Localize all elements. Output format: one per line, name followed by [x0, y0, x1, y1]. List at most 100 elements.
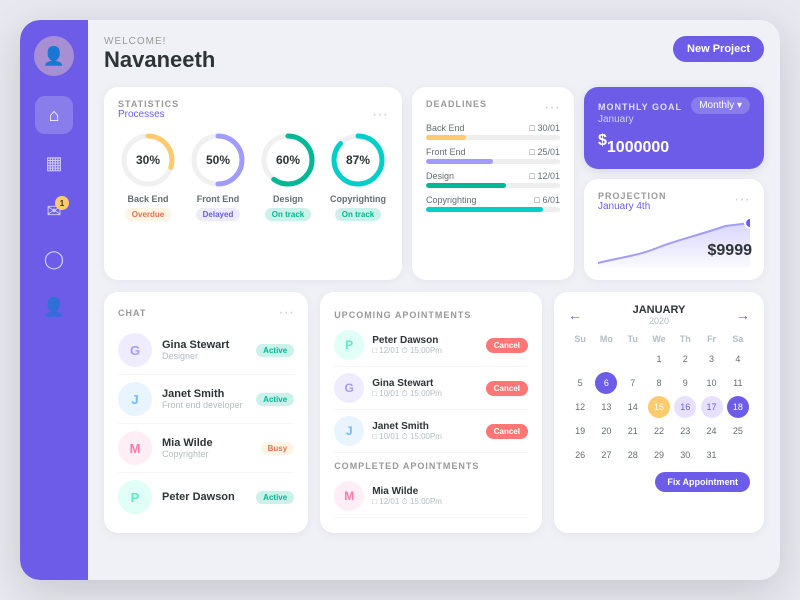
- monthly-dropdown[interactable]: Monthly ▾: [691, 97, 750, 114]
- stat-pct-copy: 87%: [346, 153, 370, 167]
- cal-day[interactable]: 13: [595, 396, 617, 418]
- cal-day-end[interactable]: 18: [727, 396, 749, 418]
- calendar-header: ← JANUARY 2020 →: [568, 304, 750, 326]
- cal-day[interactable]: 3: [701, 348, 723, 370]
- stat-pct-backend: 30%: [136, 153, 160, 167]
- appt-item-mia: M Mia Wilde □ 12/01 ⏱ 15:00Pm: [334, 475, 528, 518]
- cal-day-today[interactable]: 6: [595, 372, 617, 394]
- stats-menu[interactable]: ···: [372, 106, 388, 124]
- stat-pct-frontend: 50%: [206, 153, 230, 167]
- cal-day[interactable]: 1: [648, 348, 670, 370]
- top-section: STATISTICS Processes ···: [104, 87, 764, 280]
- stat-status-design: On track: [265, 208, 311, 221]
- appointments-card: UPCOMING APOINTMENTS P Peter Dawson □ 12…: [320, 292, 542, 533]
- cal-day[interactable]: 28: [622, 444, 644, 466]
- upcoming-label: UPCOMING APOINTMENTS: [334, 310, 528, 320]
- sidebar-item-chat[interactable]: ◯: [35, 240, 73, 278]
- stat-status-backend: Overdue: [125, 208, 171, 221]
- sidebar-item-mail[interactable]: ✉ 1: [35, 192, 73, 230]
- mail-badge: 1: [55, 196, 69, 210]
- cal-day[interactable]: 27: [595, 444, 617, 466]
- cal-day[interactable]: 12: [569, 396, 591, 418]
- cancel-peter-button[interactable]: Cancel: [486, 338, 528, 353]
- appt-name-peter: Peter Dawson: [372, 335, 478, 346]
- cal-next-button[interactable]: →: [736, 307, 750, 323]
- stat-pct-design: 60%: [276, 153, 300, 167]
- appt-item-janet: J Janet Smith □ 10/01 ⏱ 15:00Pm Cancel: [334, 410, 528, 453]
- chat-item: J Janet Smith Front end developer Active: [118, 375, 294, 424]
- deadline-frontend: Front End□ 25/01: [426, 147, 560, 164]
- deadlines-card: Deadlines ··· Back End□ 30/01 Front End□…: [412, 87, 574, 280]
- cal-day[interactable]: 7: [622, 372, 644, 394]
- deadline-copy: Copyrighting□ 6/01: [426, 195, 560, 212]
- cal-day[interactable]: 19: [569, 420, 591, 442]
- projection-label: PROJECTION: [598, 191, 667, 201]
- chat-name-peter: Peter Dawson: [162, 491, 246, 503]
- projection-menu[interactable]: ···: [734, 191, 750, 218]
- sidebar-item-home[interactable]: ⌂: [35, 96, 73, 134]
- stats-label: STATISTICS: [118, 99, 179, 109]
- cal-day[interactable]: 14: [622, 396, 644, 418]
- new-project-button[interactable]: New Project: [673, 36, 764, 62]
- appt-item-gina: G Gina Stewart □ 10/01 ⏱ 15:00Pm Cancel: [334, 367, 528, 410]
- cal-day[interactable]: 4: [727, 348, 749, 370]
- sidebar: 👤 ⌂ ▦ ✉ 1 ◯ 👤: [20, 20, 88, 580]
- projection-date: January 4th: [598, 201, 667, 212]
- cal-day[interactable]: 23: [674, 420, 696, 442]
- cancel-janet-button[interactable]: Cancel: [486, 424, 528, 439]
- cal-day[interactable]: 30: [674, 444, 696, 466]
- stat-item-copy: 87% Copyrighting On track: [328, 130, 388, 221]
- cal-day[interactable]: 24: [701, 420, 723, 442]
- cal-day[interactable]: 10: [701, 372, 723, 394]
- monthly-goal-card: MONTHLY GOAL Monthly ▾ January $1000000: [584, 87, 764, 169]
- appt-avatar-gina: G: [334, 373, 364, 403]
- deadline-backend: Back End□ 30/01: [426, 123, 560, 140]
- cal-day[interactable]: 21: [622, 420, 644, 442]
- chat-name-gina: Gina Stewart: [162, 339, 246, 351]
- cal-day[interactable]: 31: [701, 444, 723, 466]
- cal-prev-button[interactable]: ←: [568, 307, 582, 323]
- cal-day-range[interactable]: 16: [674, 396, 696, 418]
- stats-deadlines-group: STATISTICS Processes ···: [104, 87, 574, 280]
- bottom-row: CHAT ··· G Gina Stewart Designer Active …: [104, 292, 764, 533]
- cal-day-range[interactable]: 17: [701, 396, 723, 418]
- stats-circles: 30% Back End Overdue: [118, 130, 388, 221]
- cal-day[interactable]: 8: [648, 372, 670, 394]
- monthly-goal-label: MONTHLY GOAL: [598, 102, 682, 112]
- cal-day[interactable]: 5: [569, 372, 591, 394]
- stat-name-copy: Copyrighting: [330, 194, 386, 204]
- chat-label: CHAT: [118, 308, 146, 318]
- cal-day-highlighted[interactable]: 15: [648, 396, 670, 418]
- stat-status-copy: On track: [335, 208, 381, 221]
- stat-name-backend: Back End: [127, 194, 168, 204]
- cal-day[interactable]: 2: [674, 348, 696, 370]
- main-content: WELCOME! Navaneeth New Project STATISTIC…: [88, 20, 780, 580]
- stats-sublabel: Processes: [118, 109, 179, 120]
- cal-day[interactable]: 22: [648, 420, 670, 442]
- cal-day[interactable]: 25: [727, 420, 749, 442]
- completed-label: COMPLETED APOINTMENTS: [334, 461, 528, 471]
- appt-time-janet: □ 10/01 ⏱ 15:00Pm: [372, 432, 478, 442]
- cal-day[interactable]: 11: [727, 372, 749, 394]
- fix-appointment-button[interactable]: Fix Appointment: [655, 472, 750, 492]
- stat-item-design: 60% Design On track: [258, 130, 318, 221]
- sidebar-item-user[interactable]: 👤: [35, 288, 73, 326]
- cal-day[interactable]: 26: [569, 444, 591, 466]
- deadlines-menu[interactable]: ···: [544, 99, 560, 117]
- chat-menu[interactable]: ···: [278, 304, 294, 322]
- chat-avatar-mia: M: [118, 431, 152, 465]
- stat-item-frontend: 50% Front End Delayed: [188, 130, 248, 221]
- chat-status-peter: Active: [256, 491, 294, 504]
- cal-day[interactable]: 29: [648, 444, 670, 466]
- user-name: Navaneeth: [104, 47, 215, 73]
- chat-avatar-janet: J: [118, 382, 152, 416]
- cancel-gina-button[interactable]: Cancel: [486, 381, 528, 396]
- sidebar-item-calendar[interactable]: ▦: [35, 144, 73, 182]
- cal-day[interactable]: 9: [674, 372, 696, 394]
- cal-day[interactable]: 20: [595, 420, 617, 442]
- appt-name-gina: Gina Stewart: [372, 378, 478, 389]
- appt-name-janet: Janet Smith: [372, 421, 478, 432]
- appt-avatar-peter: P: [334, 330, 364, 360]
- stat-item-backend: 30% Back End Overdue: [118, 130, 178, 221]
- chat-item: M Mia Wilde Copyrighter Busy: [118, 424, 294, 473]
